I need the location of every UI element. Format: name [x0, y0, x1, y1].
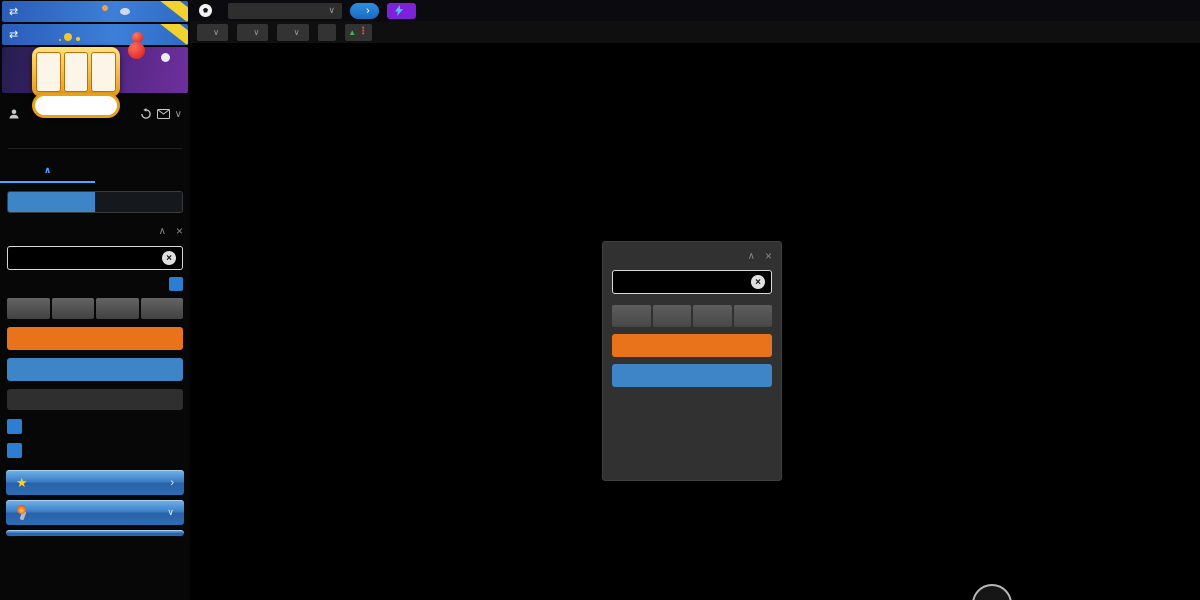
favorites-panel[interactable]: ★ ›: [6, 470, 184, 495]
chevron-down-icon: ∨: [328, 5, 335, 16]
stake-input[interactable]: ×: [612, 270, 772, 294]
all-filter-dropdown[interactable]: ∨: [228, 3, 342, 19]
place-bet-button[interactable]: [612, 334, 772, 357]
clear-stake-icon[interactable]: ×: [162, 251, 176, 265]
time-range-dropdown[interactable]: ∨: [277, 24, 308, 41]
chevron-right-icon: ›: [366, 5, 370, 17]
chevron-up-icon: ∧: [44, 165, 51, 175]
logo-club-pill: [32, 93, 120, 118]
banner-galaxy[interactable]: ⇄: [2, 24, 188, 45]
swap-arrows-icon: ⇄: [9, 28, 18, 41]
refresh-icon[interactable]: [140, 108, 152, 120]
coins-decoration: [64, 33, 72, 41]
olympics-panel[interactable]: ∨: [6, 500, 184, 525]
torch-icon: [16, 506, 28, 520]
chevron-down-icon: ∨: [167, 507, 174, 518]
auto-accept-row: [7, 443, 183, 458]
market-header: ∧ ×: [612, 249, 772, 263]
sort-bars-icon: ⋮: [358, 28, 368, 36]
auto-refresh-row: [7, 419, 183, 434]
slip-tabs: ∧: [0, 157, 190, 183]
min-stake-button[interactable]: [7, 298, 50, 319]
plus100-button[interactable]: [96, 298, 139, 319]
balance-row: [8, 129, 182, 149]
stake-input[interactable]: ×: [7, 246, 183, 270]
checkbox-checked[interactable]: [7, 443, 22, 458]
new-badge: [158, 24, 188, 45]
bet-slip: ∧ × ×: [7, 191, 183, 458]
toggle-parlay[interactable]: [95, 192, 182, 212]
toggle-single[interactable]: [8, 192, 95, 212]
top-bar: ∨ ›: [190, 0, 1200, 21]
chevron-down-icon: ∨: [213, 27, 219, 38]
payout-row: [7, 277, 183, 291]
logo-letter: [91, 52, 116, 92]
parlay-button[interactable]: ›: [350, 3, 379, 19]
max-stake-button[interactable]: [734, 305, 773, 327]
sort-up-icon: ▲: [348, 28, 356, 37]
floating-button[interactable]: [972, 584, 1012, 600]
collapse-icon[interactable]: ∧: [159, 226, 166, 237]
close-icon[interactable]: ×: [176, 224, 183, 238]
soccer-ball-icon: [199, 4, 212, 17]
all-matches-dropdown[interactable]: ∨: [237, 24, 268, 41]
clear-stake-icon[interactable]: ×: [751, 275, 765, 289]
tab-bet-ticket[interactable]: ∧: [0, 157, 95, 183]
logo-slot-frame: [32, 47, 120, 97]
plus50-button[interactable]: [653, 305, 692, 327]
star-icon: ★: [16, 475, 28, 491]
add-parlay-button[interactable]: [612, 364, 772, 387]
swap-arrows-icon: ⇄: [9, 5, 18, 18]
league-count-box[interactable]: [318, 24, 336, 41]
red-ball-decoration: [128, 42, 145, 59]
lightning-icon: [395, 5, 403, 16]
dollar-badge-icon: [169, 277, 183, 291]
astronaut-decoration: [161, 53, 170, 62]
hitclub-logo[interactable]: [30, 47, 122, 129]
quick-stake-buttons: [612, 305, 772, 327]
tab-bet-list[interactable]: [95, 157, 190, 183]
plus100-button[interactable]: [693, 305, 732, 327]
bet-mode-toggle: [7, 191, 183, 213]
person-icon: [8, 108, 20, 120]
planet-decoration: [102, 5, 108, 11]
ufo-decoration: [120, 8, 130, 15]
close-icon[interactable]: ×: [765, 249, 772, 263]
max-stake-button[interactable]: [141, 298, 184, 319]
chevron-down-icon: ∨: [293, 27, 299, 38]
logo-letter: [64, 52, 89, 92]
auto-parlay-button[interactable]: [387, 3, 416, 19]
chevron-down-icon: ∨: [253, 27, 259, 38]
quick-stake-buttons: [7, 298, 183, 319]
banner-compact-version[interactable]: ⇄: [2, 1, 188, 22]
add-parlay-button[interactable]: [7, 358, 183, 381]
min-stake-button[interactable]: [612, 305, 651, 327]
place-bet-button[interactable]: [7, 327, 183, 350]
market-header: ∧ ×: [7, 224, 183, 238]
logo-letter: [36, 52, 61, 92]
collapse-icon[interactable]: ∧: [748, 251, 755, 262]
bet-popup: ∧ × ×: [602, 241, 782, 481]
sidebar: ⇄ ⇄: [0, 0, 190, 600]
next-panel-edge: [6, 530, 184, 536]
chevron-down-icon[interactable]: ∨: [175, 109, 182, 120]
chevron-right-icon: ›: [170, 477, 174, 489]
new-badge: [158, 1, 188, 22]
plus50-button[interactable]: [52, 298, 95, 319]
screen: ⇄ ⇄: [0, 0, 1200, 600]
mail-icon[interactable]: [157, 109, 170, 119]
sort-button[interactable]: ▲⋮: [345, 24, 372, 41]
checkbox-checked[interactable]: [7, 419, 22, 434]
match-filter-dropdown[interactable]: ∨: [197, 24, 228, 41]
clear-slip-button[interactable]: [7, 389, 183, 410]
filter-bar: ∨ ∨ ∨ ▲⋮: [190, 21, 1200, 44]
